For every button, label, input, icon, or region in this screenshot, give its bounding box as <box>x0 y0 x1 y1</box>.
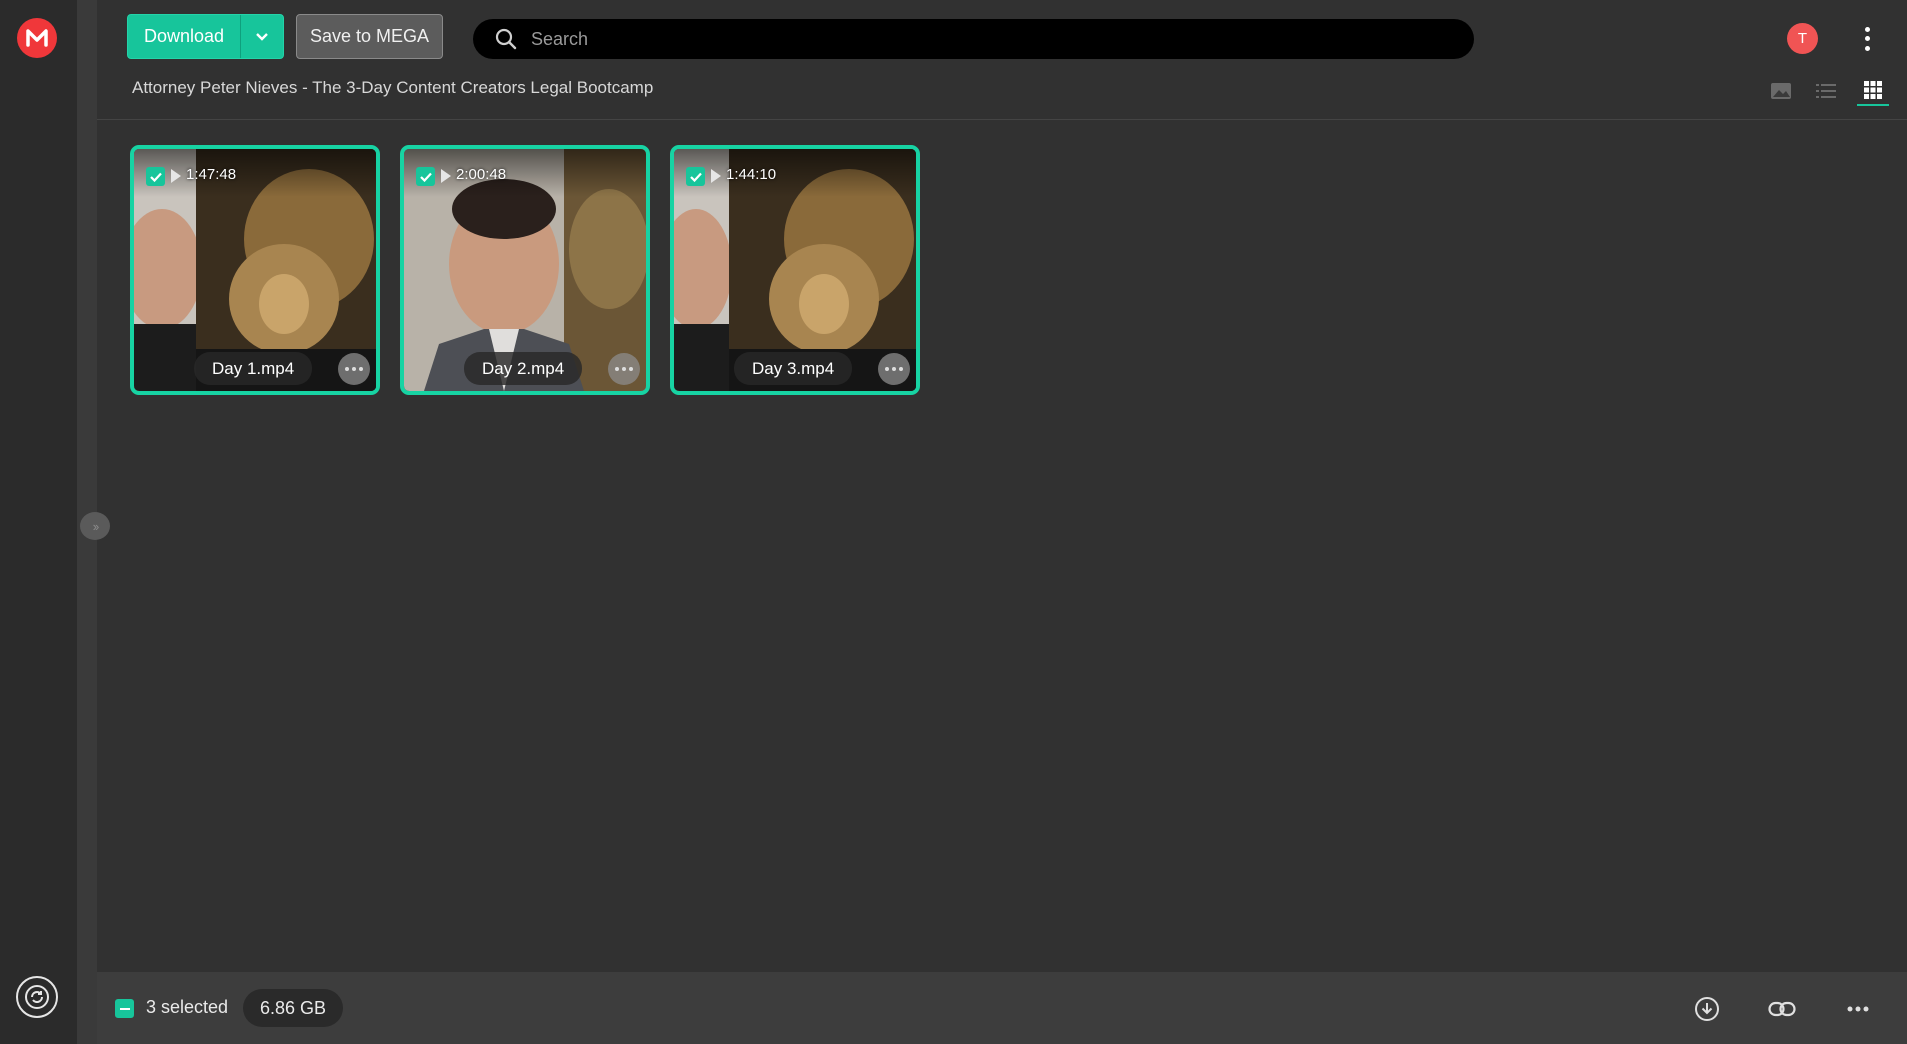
more-menu-icon[interactable] <box>1855 25 1879 53</box>
search-icon <box>481 27 531 51</box>
download-button-label[interactable]: Download <box>128 15 241 58</box>
video-duration: 1:47:48 <box>186 166 237 183</box>
link-icon[interactable] <box>1767 994 1797 1024</box>
video-duration: 1:44:10 <box>726 166 777 183</box>
left-rail <box>0 0 77 1044</box>
play-icon <box>171 169 181 183</box>
file-card[interactable]: 1:44:10 Day 3.mp4 <box>670 145 920 395</box>
file-options-icon[interactable] <box>878 353 910 385</box>
breadcrumb[interactable]: Attorney Peter Nieves - The 3-Day Conten… <box>132 78 653 98</box>
save-to-mega-button[interactable]: Save to MEGA <box>296 14 443 59</box>
search-bar[interactable] <box>473 19 1474 59</box>
file-name: Day 1.mp4 <box>194 352 313 385</box>
file-options-icon[interactable] <box>338 353 370 385</box>
grid-view-icon[interactable] <box>1857 76 1889 106</box>
file-name: Day 3.mp4 <box>734 352 853 385</box>
list-view-icon[interactable] <box>1811 76 1841 106</box>
selection-bar: 3 selected 6.86 GB <box>97 972 1907 1044</box>
search-input[interactable] <box>531 28 1431 50</box>
more-options-icon[interactable] <box>1843 994 1873 1024</box>
checkbox-checked-icon[interactable] <box>416 167 435 186</box>
download-icon[interactable] <box>1692 994 1722 1024</box>
file-card[interactable]: 2:00:48 Day 2.mp4 <box>400 145 650 395</box>
select-all-checkbox-icon[interactable] <box>115 999 134 1018</box>
file-name: Day 2.mp4 <box>464 352 583 385</box>
avatar[interactable]: T <box>1787 23 1818 54</box>
video-duration: 2:00:48 <box>456 166 507 183</box>
expand-sidebar-icon[interactable]: ›› <box>80 512 110 540</box>
chevron-down-icon[interactable] <box>241 15 283 58</box>
mega-logo-icon[interactable] <box>17 18 57 58</box>
thumbnail-view-icon[interactable] <box>1766 76 1796 106</box>
sync-app-icon[interactable] <box>16 976 58 1018</box>
play-icon <box>441 169 451 183</box>
checkbox-checked-icon[interactable] <box>686 167 705 186</box>
file-card[interactable]: 1:47:48 Day 1.mp4 <box>130 145 380 395</box>
checkbox-checked-icon[interactable] <box>146 167 165 186</box>
header-divider <box>97 119 1907 120</box>
play-icon <box>711 169 721 183</box>
selected-count: 3 selected <box>146 997 229 1017</box>
selected-size-badge: 6.86 GB <box>243 989 344 1027</box>
download-button[interactable]: Download <box>127 14 284 59</box>
file-options-icon[interactable] <box>608 353 640 385</box>
